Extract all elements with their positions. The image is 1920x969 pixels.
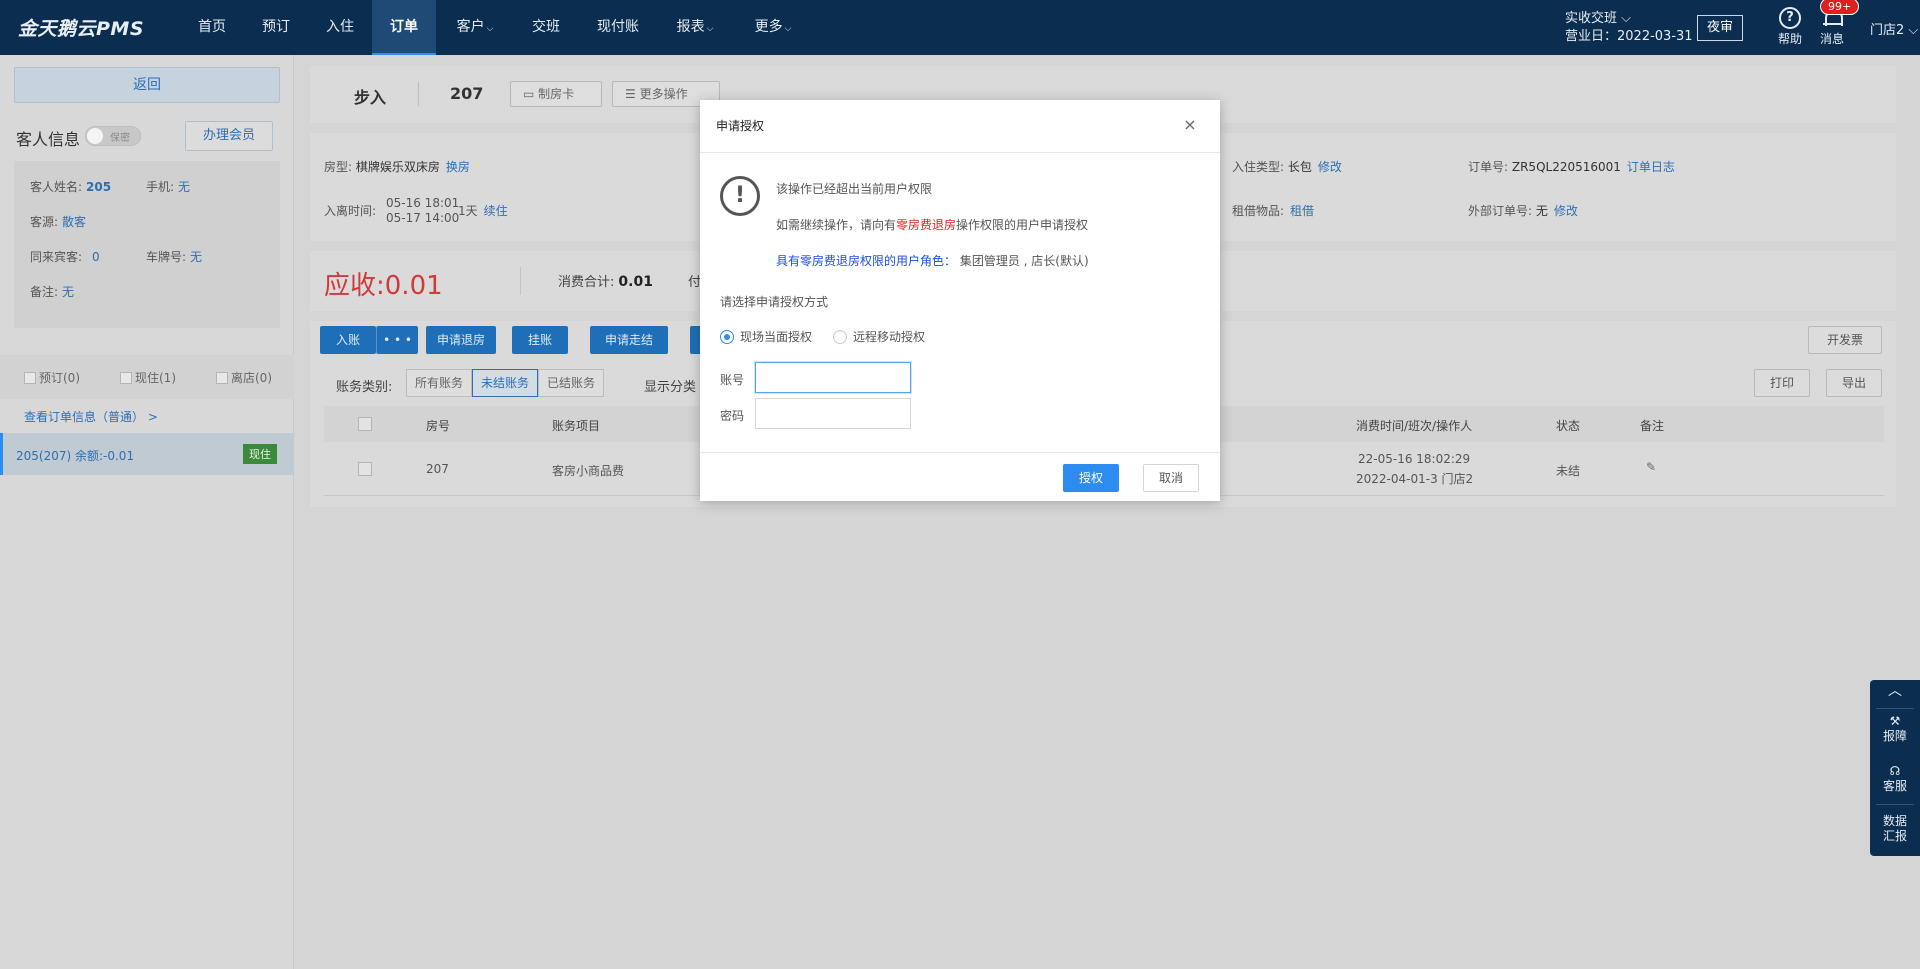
account-input[interactable] [755, 362, 911, 393]
auth-method-onsite[interactable]: 现场当面授权 [720, 328, 812, 345]
auth-method-label: 请选择申请授权方式 [720, 295, 829, 309]
authorized-roles-value: 集团管理员 , 店长(默认) [959, 254, 1089, 268]
authorized-roles: 具有零房费退房权限的用户角色： 集团管理员 , 店长(默认) [776, 252, 1089, 269]
auth-method-remote-label: 远程移动授权 [853, 330, 926, 344]
auth-method-remote[interactable]: 远程移动授权 [833, 328, 925, 345]
authorized-roles-label: 具有零房费退房权限的用户角色： [776, 254, 957, 268]
warning-icon: ! [720, 176, 760, 216]
radio-unselected [833, 330, 847, 344]
authorization-dialog: 申请授权 × ! 该操作已经超出当前用户权限 如需继续操作，请向有零房费退房操作… [700, 100, 1220, 501]
password-label: 密码 [720, 409, 745, 423]
dialog-header: 申请授权 × [700, 100, 1220, 153]
dialog-title: 申请授权 [716, 119, 765, 133]
account-label: 账号 [720, 373, 745, 387]
radio-selected [720, 330, 734, 344]
password-input[interactable] [755, 398, 911, 429]
permission-exceeded-message: 该操作已经超出当前用户权限 [776, 182, 933, 196]
dialog-footer-divider [700, 452, 1220, 453]
request-authorization-message: 如需继续操作，请向有零房费退房操作权限的用户申请授权 [776, 216, 1088, 233]
auth-method-onsite-label: 现场当面授权 [740, 330, 813, 344]
operation-name: 零房费退房 [896, 218, 957, 232]
message-suffix: 操作权限的用户申请授权 [956, 218, 1089, 232]
authorize-button[interactable]: 授权 [1063, 464, 1119, 492]
close-icon[interactable]: × [1178, 113, 1202, 137]
cancel-button[interactable]: 取消 [1143, 464, 1199, 492]
message-prefix: 如需继续操作，请向有 [776, 218, 897, 232]
